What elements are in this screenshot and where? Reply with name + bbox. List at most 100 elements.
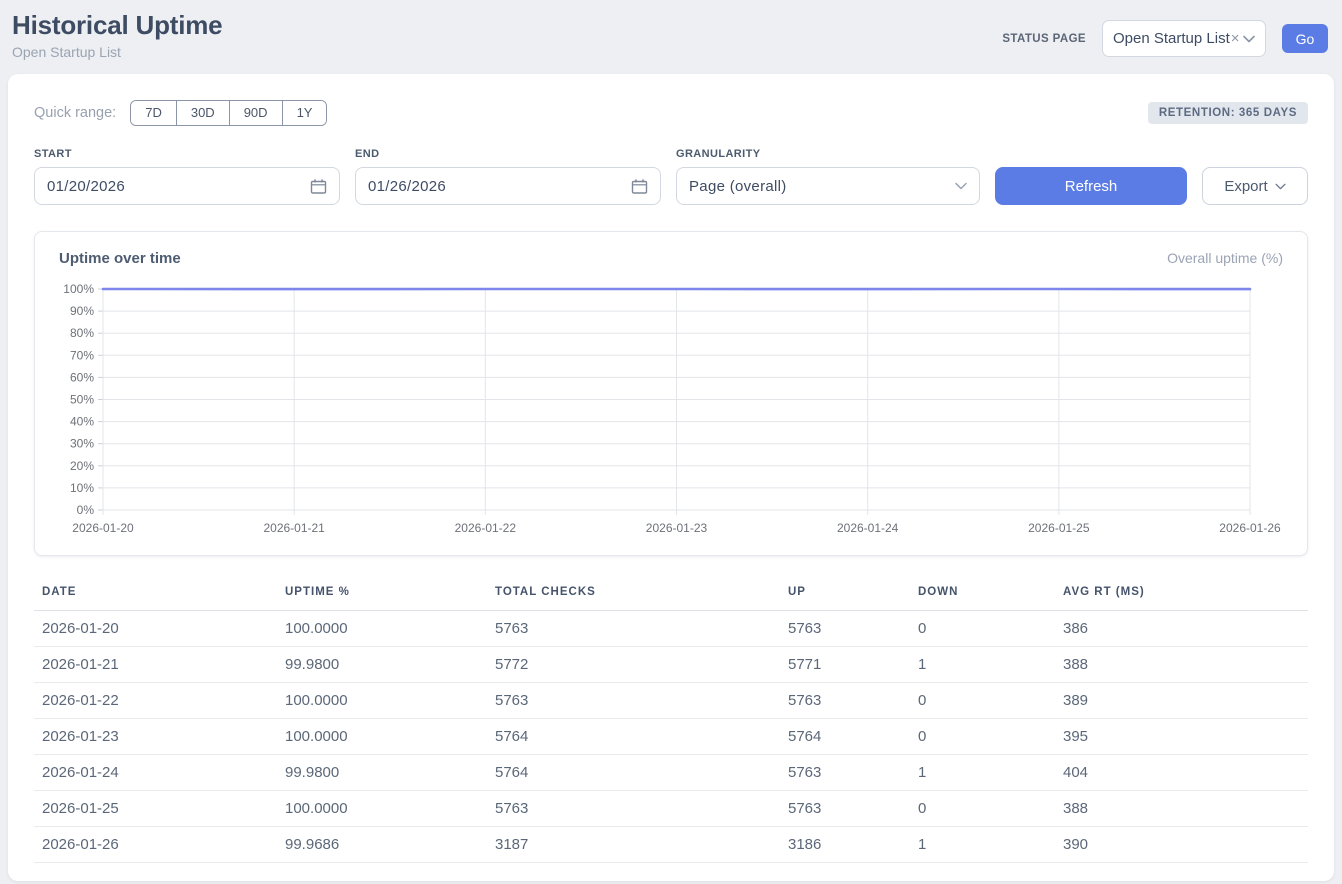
- y-axis-label: 10%: [70, 481, 94, 495]
- table-cell: 100.0000: [277, 611, 487, 647]
- table-cell: 388: [1055, 647, 1308, 683]
- refresh-button[interactable]: Refresh: [995, 167, 1187, 205]
- export-button-label: Export: [1224, 178, 1267, 195]
- uptime-chart-svg: 0%10%20%30%40%50%60%70%80%90%100%2026-01…: [35, 275, 1307, 545]
- uptime-table-head: DATEUPTIME %TOTAL CHECKSUPDOWNAVG RT (MS…: [34, 582, 1308, 611]
- uptime-table-wrap: DATEUPTIME %TOTAL CHECKSUPDOWNAVG RT (MS…: [34, 582, 1308, 863]
- column-header: AVG RT (MS): [1055, 582, 1308, 611]
- quick-range-1y[interactable]: 1Y: [282, 101, 327, 125]
- table-cell: 99.9800: [277, 755, 487, 791]
- table-cell: 5764: [780, 719, 910, 755]
- export-button[interactable]: Export: [1202, 167, 1308, 205]
- table-cell: 2026-01-25: [34, 791, 277, 827]
- quick-range-label: Quick range:: [34, 105, 116, 121]
- status-page-select[interactable]: Open Startup List×: [1102, 20, 1266, 57]
- x-axis-label: 2026-01-21: [263, 521, 325, 535]
- x-axis-label: 2026-01-20: [72, 521, 134, 535]
- y-axis-label: 60%: [70, 370, 94, 384]
- page-header: Historical Uptime Open Startup List STAT…: [0, 0, 1342, 74]
- chevron-down-icon: [955, 182, 967, 190]
- page-title: Historical Uptime: [12, 10, 222, 41]
- column-header: UP: [780, 582, 910, 611]
- quick-range-30d[interactable]: 30D: [176, 101, 229, 125]
- header-controls: STATUS PAGE Open Startup List× Go: [1002, 20, 1328, 57]
- uptime-table: DATEUPTIME %TOTAL CHECKSUPDOWNAVG RT (MS…: [34, 582, 1308, 863]
- table-cell: 2026-01-24: [34, 755, 277, 791]
- table-cell: 1: [910, 647, 1055, 683]
- table-row: 2026-01-2499.9800576457631404: [34, 755, 1308, 791]
- table-cell: 100.0000: [277, 683, 487, 719]
- table-cell: 390: [1055, 827, 1308, 863]
- start-date-field: START 01/20/2026: [34, 148, 340, 205]
- main-panel: Quick range: 7D 30D 90D 1Y RETENTION: 36…: [8, 74, 1334, 881]
- table-cell: 100.0000: [277, 719, 487, 755]
- table-cell: 5763: [487, 611, 780, 647]
- chart-title: Uptime over time: [59, 250, 181, 267]
- table-cell: 5763: [780, 611, 910, 647]
- end-date-label: END: [355, 148, 661, 160]
- table-cell: 1: [910, 827, 1055, 863]
- table-cell: 0: [910, 611, 1055, 647]
- uptime-chart-card: Uptime over time Overall uptime (%) 0%10…: [34, 231, 1308, 556]
- y-axis-label: 90%: [70, 304, 94, 318]
- start-date-input[interactable]: 01/20/2026: [34, 167, 340, 205]
- x-axis-label: 2026-01-22: [455, 521, 517, 535]
- retention-badge: RETENTION: 365 DAYS: [1148, 102, 1308, 124]
- end-date-field: END 01/26/2026: [355, 148, 661, 205]
- table-cell: 5763: [780, 683, 910, 719]
- quick-range-row: Quick range: 7D 30D 90D 1Y RETENTION: 36…: [34, 100, 1308, 126]
- filter-row: START 01/20/2026 END 01/26/2026 GRANULAR…: [34, 148, 1308, 205]
- chart-legend: Overall uptime (%): [1167, 250, 1283, 266]
- start-date-value: 01/20/2026: [47, 178, 125, 195]
- table-cell: 5763: [487, 791, 780, 827]
- quick-range-7d[interactable]: 7D: [131, 101, 176, 125]
- x-axis-label: 2026-01-25: [1028, 521, 1090, 535]
- status-page-label: STATUS PAGE: [1002, 33, 1086, 45]
- table-row: 2026-01-2699.9686318731861390: [34, 827, 1308, 863]
- table-cell: 99.9686: [277, 827, 487, 863]
- calendar-icon[interactable]: [631, 178, 648, 195]
- end-date-input[interactable]: 01/26/2026: [355, 167, 661, 205]
- table-cell: 5763: [780, 755, 910, 791]
- granularity-select[interactable]: Page (overall): [676, 167, 980, 205]
- table-row: 2026-01-20100.0000576357630386: [34, 611, 1308, 647]
- granularity-field: GRANULARITY Page (overall): [676, 148, 980, 205]
- calendar-icon[interactable]: [310, 178, 327, 195]
- status-page-select-value: Open Startup List: [1113, 30, 1230, 47]
- start-date-label: START: [34, 148, 340, 160]
- table-cell: 5764: [487, 755, 780, 791]
- table-header-row: DATEUPTIME %TOTAL CHECKSUPDOWNAVG RT (MS…: [34, 582, 1308, 611]
- y-axis-label: 30%: [70, 437, 94, 451]
- table-cell: 2026-01-22: [34, 683, 277, 719]
- y-axis-label: 50%: [70, 393, 94, 407]
- table-cell: 2026-01-20: [34, 611, 277, 647]
- y-axis-label: 80%: [70, 326, 94, 340]
- page-subtitle: Open Startup List: [12, 44, 222, 60]
- table-cell: 2026-01-26: [34, 827, 277, 863]
- table-cell: 0: [910, 719, 1055, 755]
- table-row: 2026-01-23100.0000576457640395: [34, 719, 1308, 755]
- table-cell: 2026-01-23: [34, 719, 277, 755]
- table-cell: 5772: [487, 647, 780, 683]
- quick-range-90d[interactable]: 90D: [229, 101, 282, 125]
- table-row: 2026-01-2199.9800577257711388: [34, 647, 1308, 683]
- go-button[interactable]: Go: [1282, 24, 1328, 53]
- x-axis-label: 2026-01-24: [837, 521, 899, 535]
- chevron-down-icon: [1243, 35, 1255, 43]
- table-cell: 5763: [487, 683, 780, 719]
- table-cell: 100.0000: [277, 791, 487, 827]
- chevron-down-icon: [1275, 183, 1286, 190]
- table-cell: 395: [1055, 719, 1308, 755]
- table-cell: 99.9800: [277, 647, 487, 683]
- granularity-value: Page (overall): [689, 178, 787, 195]
- table-cell: 3187: [487, 827, 780, 863]
- table-cell: 5763: [780, 791, 910, 827]
- table-row: 2026-01-22100.0000576357630389: [34, 683, 1308, 719]
- column-header: DATE: [34, 582, 277, 611]
- clear-icon[interactable]: ×: [1231, 30, 1240, 47]
- uptime-table-body: 2026-01-20100.00005763576303862026-01-21…: [34, 611, 1308, 863]
- table-cell: 0: [910, 683, 1055, 719]
- table-cell: 1: [910, 755, 1055, 791]
- table-cell: 2026-01-21: [34, 647, 277, 683]
- table-cell: 389: [1055, 683, 1308, 719]
